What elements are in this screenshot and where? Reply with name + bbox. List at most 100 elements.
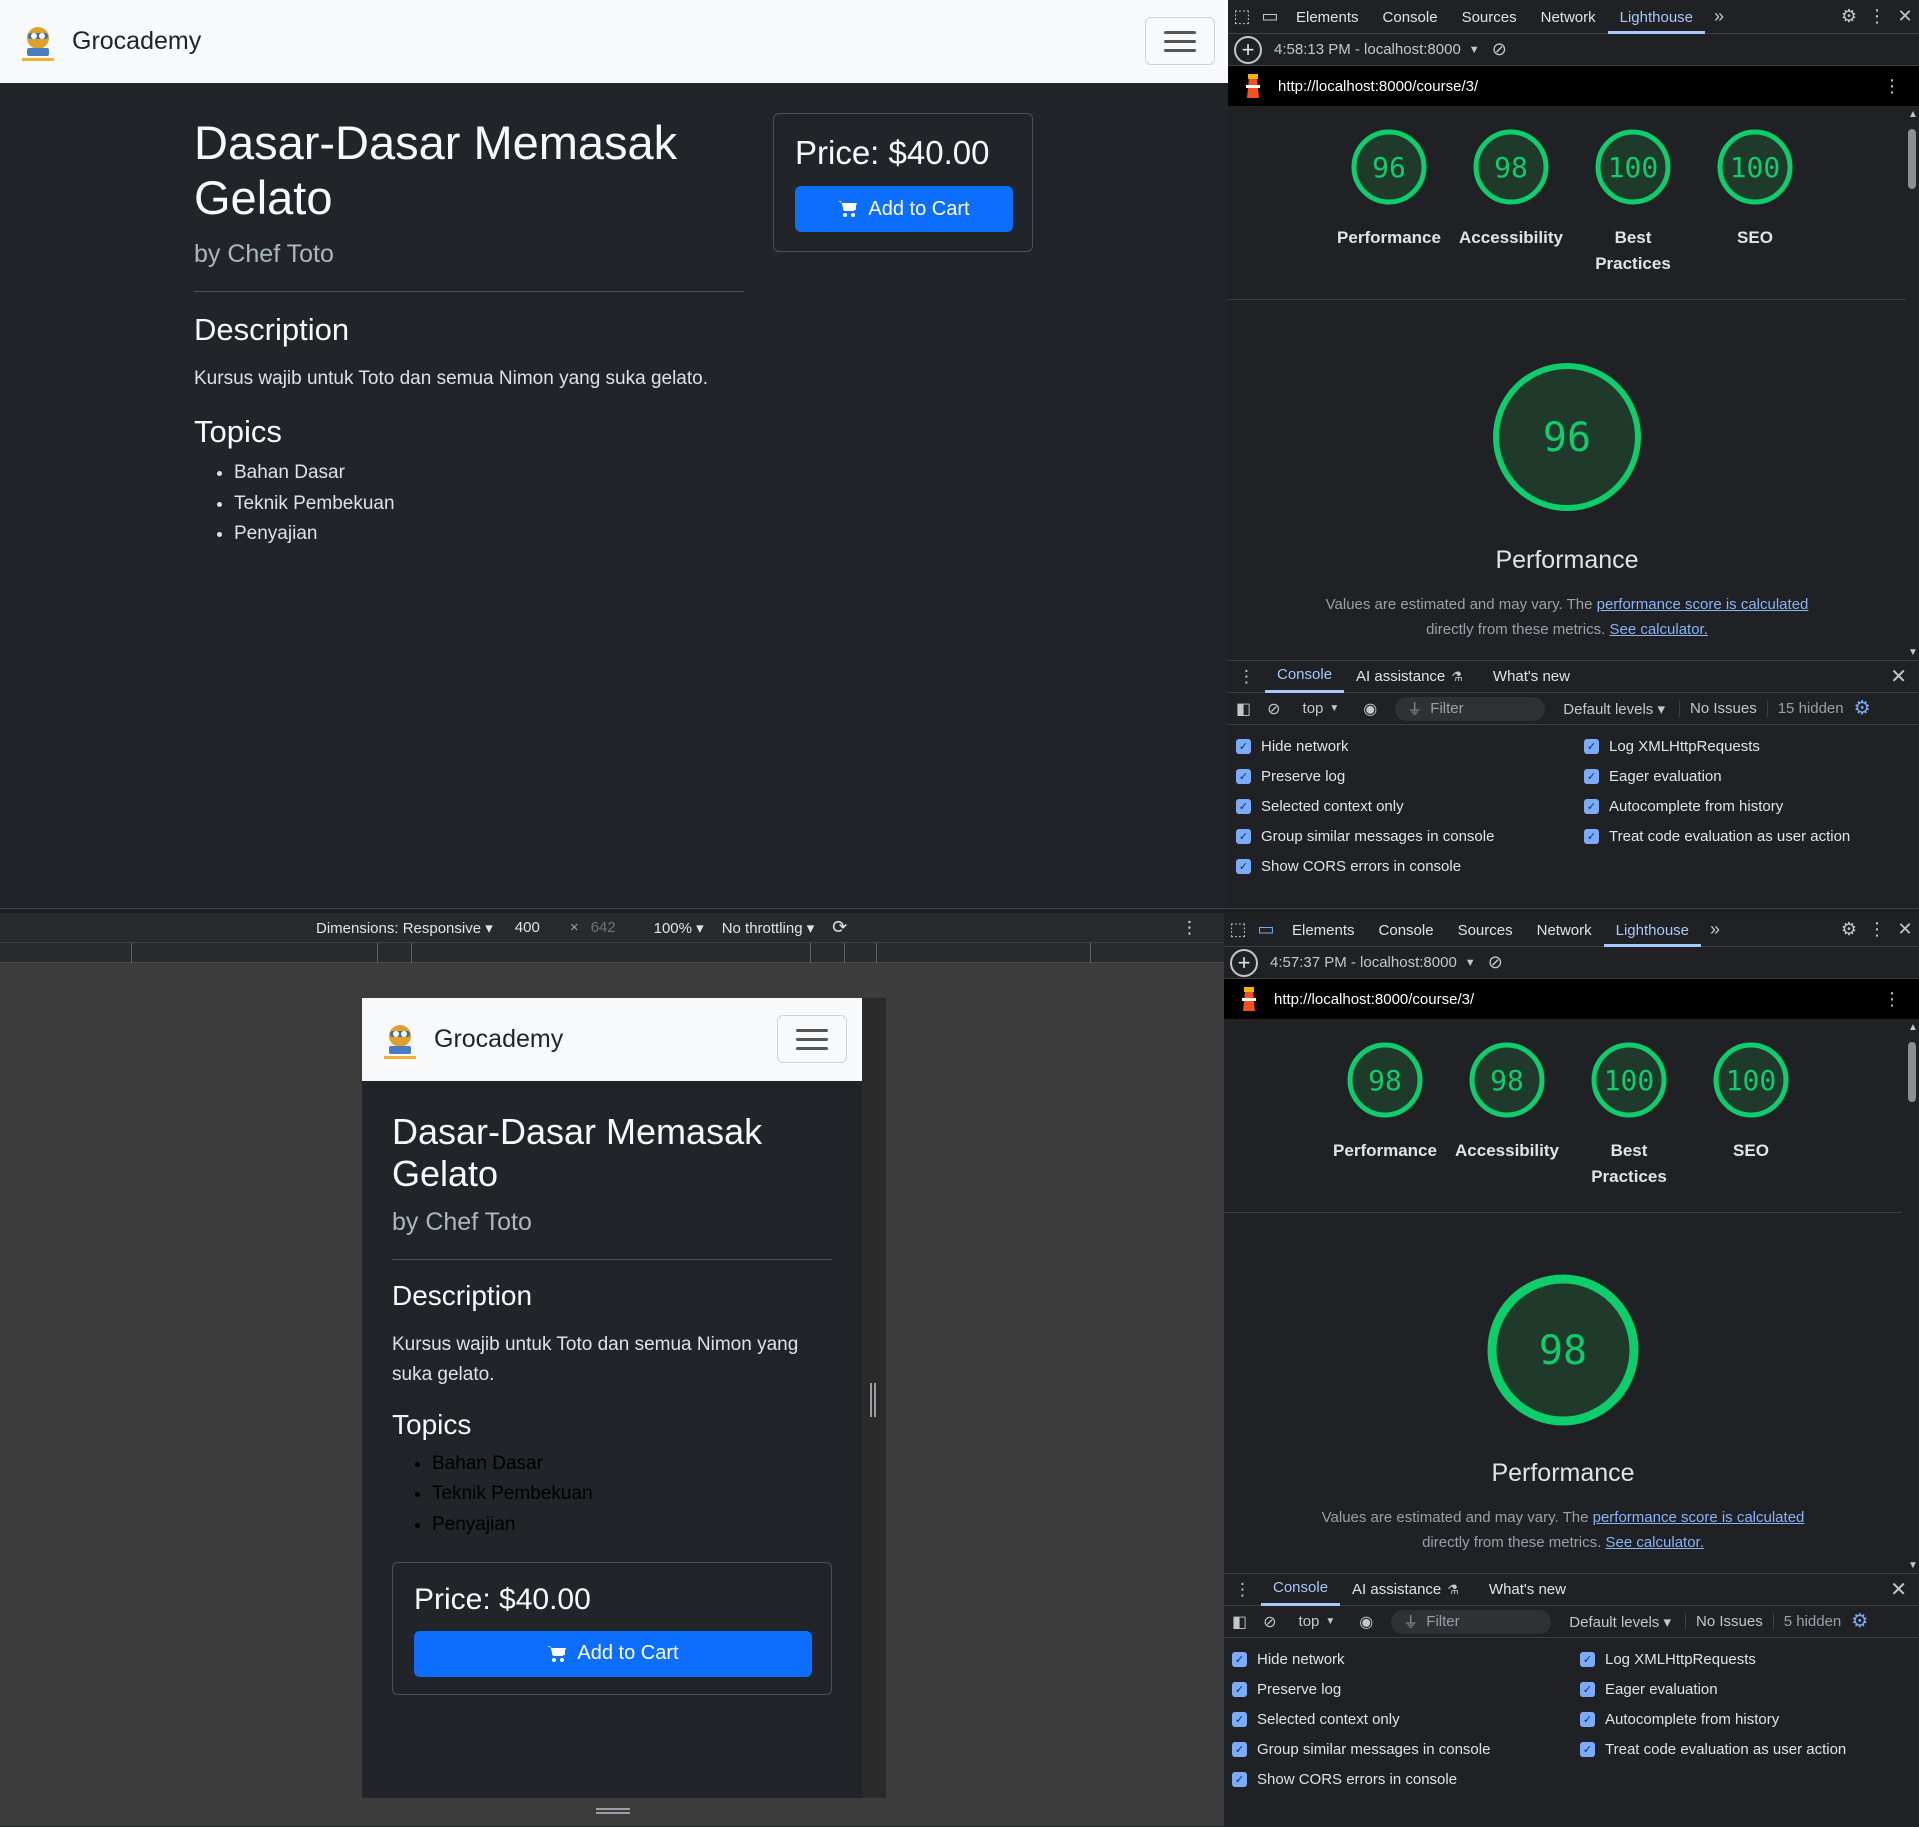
setting-autocomplete[interactable]: ✓ Autocomplete from history: [1580, 1704, 1910, 1734]
eye-icon[interactable]: ◉: [1363, 699, 1377, 719]
checkbox-checked-icon[interactable]: ✓: [1232, 1741, 1247, 1757]
clear-console-icon[interactable]: ⊘: [1267, 699, 1280, 719]
score-calc-link[interactable]: performance score is calculated: [1593, 1509, 1805, 1526]
inspect-icon[interactable]: ⬚: [1224, 916, 1252, 944]
gauge-performance[interactable]: 98 Performance: [1324, 1040, 1446, 1212]
setting-selected-context[interactable]: ✓ Selected context only: [1236, 791, 1584, 821]
drawer-tab-ai[interactable]: AI assistance: [1340, 1574, 1453, 1606]
console-settings-gear-icon[interactable]: ⚙: [1851, 1610, 1868, 1633]
more-tabs-icon[interactable]: »: [1701, 916, 1729, 944]
navbar-toggler-button[interactable]: [1145, 17, 1215, 65]
zoom-dropdown[interactable]: 100% ▾: [654, 919, 704, 937]
media-query-ruler[interactable]: [0, 943, 1224, 963]
kebab-menu-icon[interactable]: ⋮: [1863, 3, 1891, 31]
gauge-seo[interactable]: 100 SEO: [1694, 127, 1816, 299]
close-icon[interactable]: ✕: [1891, 916, 1919, 944]
sidebar-toggle-icon[interactable]: ◧: [1236, 699, 1251, 719]
report-scrollbar[interactable]: ▲ ▼: [1906, 107, 1919, 660]
new-report-icon[interactable]: +: [1230, 948, 1258, 977]
checkbox-checked-icon[interactable]: ✓: [1236, 738, 1251, 754]
kebab-menu-icon[interactable]: ⋮: [1883, 76, 1901, 97]
tab-network[interactable]: Network: [1529, 0, 1608, 34]
setting-eager-eval[interactable]: ✓ Eager evaluation: [1584, 761, 1914, 791]
clear-icon[interactable]: ⊘: [1488, 952, 1503, 973]
brand-link[interactable]: Grocademy: [376, 1015, 563, 1064]
log-levels-dropdown[interactable]: Default levels ▾: [1569, 1613, 1685, 1631]
drawer-tab-console[interactable]: Console: [1265, 660, 1345, 693]
tab-elements[interactable]: Elements: [1280, 913, 1367, 947]
kebab-menu-icon[interactable]: ⋮: [1863, 916, 1891, 944]
setting-treat-user-action[interactable]: ✓ Treat code evaluation as user action: [1580, 1734, 1910, 1764]
checkbox-checked-icon[interactable]: ✓: [1236, 828, 1251, 844]
checkbox-checked-icon[interactable]: ✓: [1232, 1711, 1247, 1727]
more-tabs-icon[interactable]: »: [1705, 3, 1733, 31]
rotate-icon[interactable]: ⟳: [832, 917, 847, 938]
setting-preserve-log[interactable]: ✓ Preserve log: [1232, 1674, 1580, 1704]
add-to-cart-button[interactable]: Add to Cart: [795, 186, 1013, 232]
gauge-performance[interactable]: 96 Performance: [1328, 127, 1450, 299]
throttling-dropdown[interactable]: No throttling ▾: [722, 919, 815, 937]
drawer-tab-console[interactable]: Console: [1261, 1573, 1341, 1606]
checkbox-checked-icon[interactable]: ✓: [1580, 1711, 1595, 1727]
checkbox-checked-icon[interactable]: ✓: [1580, 1741, 1595, 1757]
drawer-tab-whats-new[interactable]: What's new: [1481, 661, 1582, 693]
filter-input[interactable]: ⏚ Filter: [1395, 696, 1546, 721]
tab-elements[interactable]: Elements: [1284, 0, 1371, 34]
checkbox-checked-icon[interactable]: ✓: [1580, 1651, 1595, 1667]
gauge-accessibility[interactable]: 98 Accessibility: [1446, 1040, 1568, 1212]
issues-counter[interactable]: No Issues: [1685, 1613, 1774, 1630]
device-toggle-icon[interactable]: ▭: [1256, 3, 1284, 31]
console-settings-gear-icon[interactable]: ⚙: [1854, 697, 1871, 720]
width-input[interactable]: 400: [515, 919, 540, 936]
filter-input[interactable]: ⏚ Filter: [1391, 1609, 1552, 1634]
setting-hide-network[interactable]: ✓ Hide network: [1232, 1644, 1580, 1674]
gauge-accessibility[interactable]: 98 Accessibility: [1450, 127, 1572, 299]
height-input[interactable]: 642: [591, 919, 616, 936]
report-scrollbar[interactable]: ▲ ▼: [1906, 1020, 1919, 1573]
gear-icon[interactable]: ⚙: [1835, 916, 1863, 944]
eye-icon[interactable]: ◉: [1359, 1612, 1373, 1632]
see-calculator-link[interactable]: See calculator.: [1609, 621, 1707, 638]
clear-console-icon[interactable]: ⊘: [1263, 1612, 1276, 1632]
context-selector[interactable]: top: [1299, 1613, 1320, 1630]
brand-link[interactable]: Grocademy: [14, 17, 201, 66]
kebab-menu-icon[interactable]: ⋮: [1883, 989, 1901, 1010]
gear-icon[interactable]: ⚙: [1835, 3, 1863, 31]
close-icon[interactable]: ✕: [1890, 664, 1907, 689]
clear-icon[interactable]: ⊘: [1492, 39, 1507, 60]
checkbox-checked-icon[interactable]: ✓: [1236, 858, 1251, 874]
setting-group-similar[interactable]: ✓ Group similar messages in console: [1232, 1734, 1580, 1764]
drawer-tab-whats-new[interactable]: What's new: [1477, 1574, 1578, 1606]
navbar-toggler-button[interactable]: [777, 1015, 847, 1063]
resize-handle-bottom[interactable]: [596, 1808, 630, 1814]
gauge-best-practices[interactable]: 100 Best Practices: [1572, 127, 1694, 299]
setting-selected-context[interactable]: ✓ Selected context only: [1232, 1704, 1580, 1734]
close-icon[interactable]: ✕: [1890, 1577, 1907, 1602]
checkbox-checked-icon[interactable]: ✓: [1584, 798, 1599, 814]
new-report-icon[interactable]: +: [1234, 35, 1262, 64]
report-selector[interactable]: 4:58:13 PM - localhost:8000: [1274, 41, 1461, 58]
issues-counter[interactable]: No Issues: [1679, 700, 1768, 717]
tab-network[interactable]: Network: [1525, 913, 1604, 947]
kebab-menu-icon[interactable]: ⋮: [1224, 1580, 1261, 1600]
device-toggle-icon[interactable]: ▭: [1252, 916, 1280, 944]
setting-group-similar[interactable]: ✓ Group similar messages in console: [1236, 821, 1584, 851]
setting-autocomplete[interactable]: ✓ Autocomplete from history: [1584, 791, 1914, 821]
checkbox-checked-icon[interactable]: ✓: [1584, 738, 1599, 754]
inspect-icon[interactable]: ⬚: [1228, 3, 1256, 31]
tab-console[interactable]: Console: [1371, 0, 1450, 34]
setting-eager-eval[interactable]: ✓ Eager evaluation: [1580, 1674, 1910, 1704]
setting-show-cors[interactable]: ✓ Show CORS errors in console: [1236, 851, 1584, 881]
checkbox-checked-icon[interactable]: ✓: [1236, 798, 1251, 814]
kebab-menu-icon[interactable]: ⋮: [1181, 918, 1198, 938]
setting-log-xhr[interactable]: ✓ Log XMLHttpRequests: [1584, 731, 1914, 761]
checkbox-checked-icon[interactable]: ✓: [1584, 768, 1599, 784]
close-icon[interactable]: ✕: [1891, 3, 1919, 31]
checkbox-checked-icon[interactable]: ✓: [1232, 1681, 1247, 1697]
checkbox-checked-icon[interactable]: ✓: [1580, 1681, 1595, 1697]
checkbox-checked-icon[interactable]: ✓: [1232, 1771, 1247, 1787]
tab-lighthouse[interactable]: Lighthouse: [1603, 913, 1702, 947]
context-selector[interactable]: top: [1303, 700, 1324, 717]
log-levels-dropdown[interactable]: Default levels ▾: [1563, 700, 1679, 718]
kebab-menu-icon[interactable]: ⋮: [1228, 667, 1265, 687]
